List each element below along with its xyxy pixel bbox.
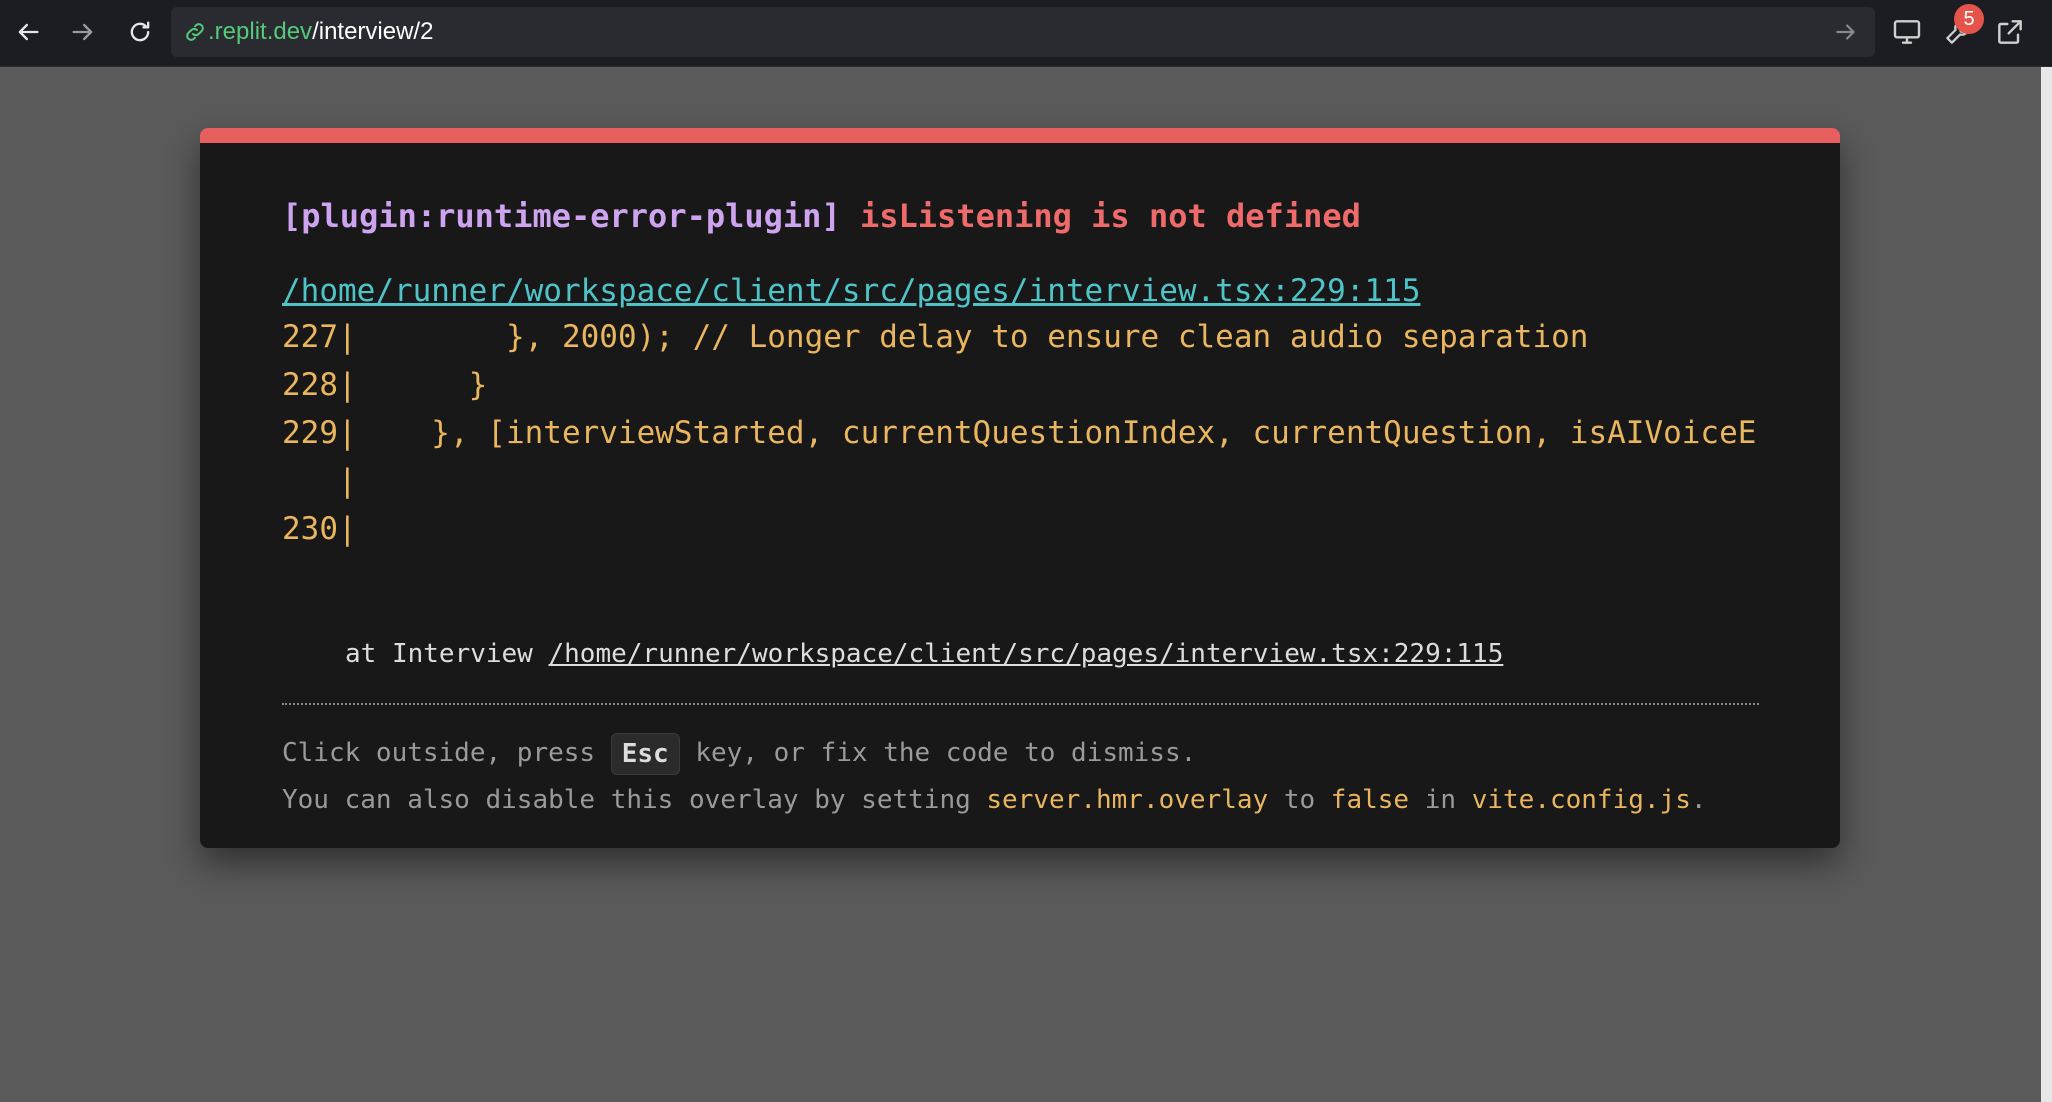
code-line: 229| }, [interviewStarted, currentQuesti…	[282, 415, 1759, 451]
code-line: 230|	[282, 511, 357, 547]
address-bar[interactable]: .replit.dev/interview/2	[171, 7, 1875, 57]
link-icon	[186, 23, 204, 41]
code-line: |	[282, 463, 357, 499]
browser-toolbar: .replit.dev/interview/2 5	[0, 0, 2052, 67]
config-option: server.hmr.overlay	[986, 785, 1269, 815]
stack-trace: at Interview /home/runner/workspace/clie…	[345, 639, 1503, 669]
code-line: 227| }, 2000); // Longer delay to ensure…	[282, 319, 1589, 355]
tip-text: to	[1268, 785, 1331, 815]
reload-icon	[130, 21, 150, 42]
url-text[interactable]: .replit.dev/interview/2	[208, 7, 433, 57]
error-overlay: [plugin:runtime-error-plugin] isListenin…	[200, 128, 1840, 848]
device-preview-button[interactable]	[1889, 14, 1925, 50]
stack-prefix: at Interview	[345, 639, 549, 669]
forward-arrow-icon	[72, 23, 93, 41]
tip-text: key, or fix the code to dismiss.	[679, 738, 1197, 768]
error-file-link[interactable]: /home/runner/workspace/client/src/pages/…	[282, 273, 1420, 309]
tip-text: Click outside, press	[282, 738, 611, 768]
code-line: 228| }	[282, 367, 488, 403]
url-host: .replit.dev	[208, 18, 313, 45]
open-new-tab-button[interactable]	[1992, 14, 2028, 50]
error-message: isListening is not defined	[859, 197, 1361, 235]
external-link-icon	[1998, 20, 2022, 44]
tip-text: in	[1409, 785, 1472, 815]
tip-text: You can also disable this overlay by set…	[282, 785, 987, 815]
back-arrow-icon	[18, 23, 39, 41]
reload-button[interactable]	[120, 12, 160, 52]
forward-button[interactable]	[63, 12, 103, 52]
divider	[282, 703, 1759, 705]
code-line: 231| // Start listening when AI finishes…	[282, 553, 1253, 563]
tip-text: .	[1690, 785, 1707, 815]
back-button[interactable]	[8, 12, 48, 52]
error-title: [plugin:runtime-error-plugin] isListenin…	[282, 197, 1361, 235]
config-file: vite.config.js	[1471, 785, 1691, 815]
go-arrow-icon[interactable]	[1833, 19, 1859, 45]
monitor-icon	[1893, 20, 1921, 44]
stack-file-link[interactable]: /home/runner/workspace/client/src/pages/…	[549, 639, 1504, 669]
scrollbar-track[interactable]	[2041, 67, 2052, 1102]
config-value: false	[1330, 785, 1410, 815]
url-path: /interview/2	[312, 18, 434, 45]
devtools-badge: 5	[1954, 4, 1984, 34]
esc-key[interactable]: Esc	[610, 732, 680, 775]
disable-overlay-tip: You can also disable this overlay by set…	[282, 776, 1707, 824]
dismiss-tip: Click outside, press Esc key, or fix the…	[282, 729, 1196, 777]
code-frame: 227| }, 2000); // Longer delay to ensure…	[282, 313, 1759, 563]
error-plugin-tag: [plugin:runtime-error-plugin]	[282, 197, 841, 235]
